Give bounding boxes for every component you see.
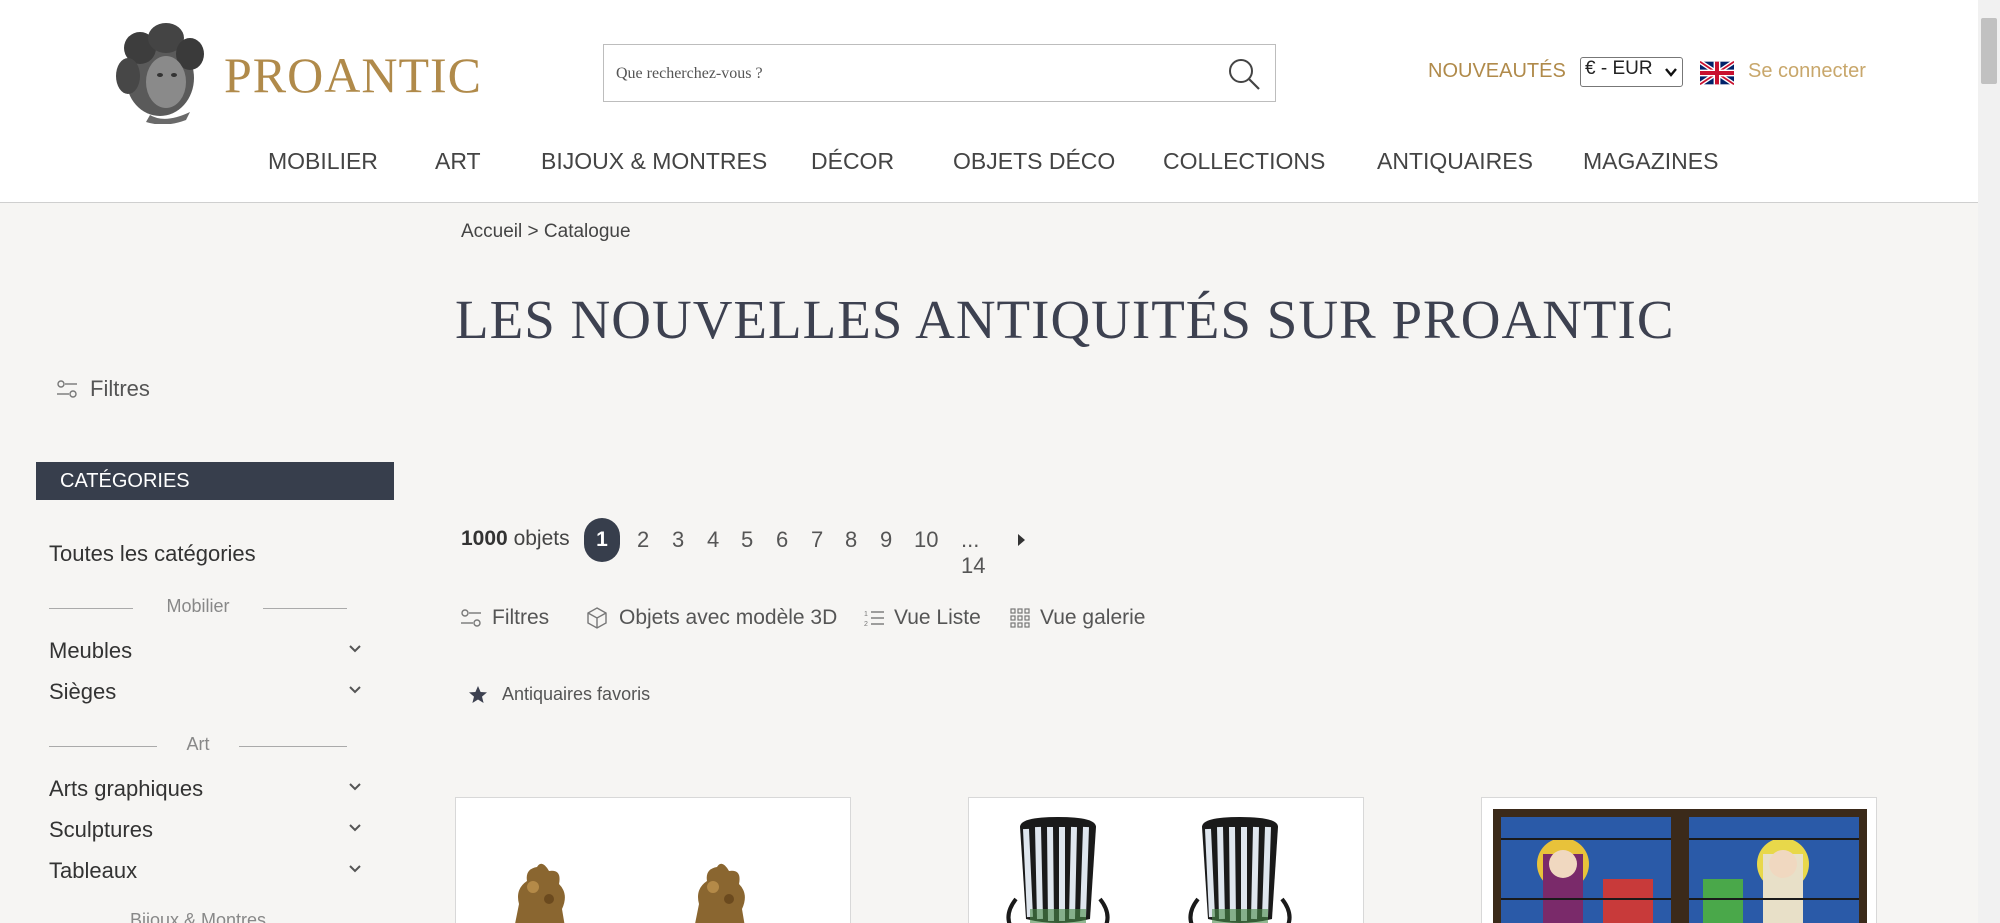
page-button[interactable]: 3 bbox=[672, 527, 684, 553]
search-input[interactable] bbox=[616, 59, 1216, 89]
search-icon[interactable] bbox=[1227, 57, 1261, 91]
nav-item-objets-deco[interactable]: OBJETS DÉCO bbox=[953, 148, 1115, 175]
sidebar-item-label: Meubles bbox=[49, 638, 133, 663]
list-view-icon: 1 2 bbox=[864, 611, 884, 628]
page-scrollbar[interactable] bbox=[1978, 0, 2000, 923]
sidebar-group-art: Art bbox=[49, 734, 347, 758]
page-button[interactable]: 2 bbox=[637, 527, 649, 553]
chevron-down-icon[interactable] bbox=[347, 821, 363, 835]
cube-3d-icon bbox=[587, 607, 607, 629]
product-image[interactable] bbox=[980, 809, 1354, 923]
next-page-icon[interactable] bbox=[1015, 532, 1027, 548]
sidebar-item-meubles[interactable]: Meubles bbox=[49, 638, 363, 664]
product-image[interactable] bbox=[1493, 809, 1867, 923]
nav-item-collections[interactable]: COLLECTIONS bbox=[1163, 148, 1325, 175]
nav-item-magazines[interactable]: MAGAZINES bbox=[1583, 148, 1718, 175]
nav-item-bijoux-montres[interactable]: BIJOUX & MONTRES bbox=[541, 148, 767, 175]
results-count-label: objets bbox=[513, 527, 570, 550]
page-button[interactable]: 9 bbox=[880, 527, 892, 553]
login-link[interactable]: Se connecter bbox=[1748, 60, 1866, 83]
gallery-view-button[interactable]: Vue galerie bbox=[1010, 604, 1145, 632]
nouveautes-link[interactable]: NOUVEAUTÉS bbox=[1428, 60, 1566, 83]
results-count-value: 1000 bbox=[461, 527, 508, 550]
sidebar-item-label: Arts graphiques bbox=[49, 776, 204, 801]
chevron-down-icon[interactable] bbox=[347, 642, 363, 656]
logo-bust-icon[interactable] bbox=[110, 20, 210, 124]
objects-3d-label: Objets avec modèle 3D bbox=[619, 606, 838, 629]
list-view-label: Vue Liste bbox=[894, 606, 981, 629]
objects-3d-button[interactable]: Objets avec modèle 3D bbox=[585, 604, 837, 632]
sidebar-item-all-categories[interactable]: Toutes les catégories bbox=[49, 541, 256, 567]
sidebar-item-arts-graphiques[interactable]: Arts graphiques bbox=[49, 776, 363, 802]
currency-value: € - EUR bbox=[1585, 58, 1653, 79]
currency-select[interactable]: € - EUR bbox=[1580, 57, 1683, 87]
favorite-dealers-button[interactable]: Antiquaires favoris bbox=[468, 684, 650, 705]
sidebar-filters-button[interactable]: Filtres bbox=[56, 376, 150, 402]
sidebar-item-sieges[interactable]: Sièges bbox=[49, 679, 363, 705]
page-button-last[interactable]: ... 14 bbox=[961, 527, 985, 579]
filters-button[interactable]: Filtres bbox=[460, 604, 549, 632]
page-button[interactable]: 8 bbox=[845, 527, 857, 553]
sidebar-item-label: Sièges bbox=[49, 679, 117, 704]
categories-header: CATÉGORIES bbox=[36, 462, 394, 500]
sidebar-item-tableaux[interactable]: Tableaux bbox=[49, 858, 363, 884]
chevron-down-icon[interactable] bbox=[347, 683, 363, 697]
nav-item-mobilier[interactable]: MOBILIER bbox=[268, 148, 378, 175]
page-button[interactable]: 7 bbox=[811, 527, 823, 553]
svg-text:2: 2 bbox=[864, 621, 868, 628]
site-header: PROANTIC NOUVEAUTÉS € - EUR Se connecter… bbox=[0, 0, 1978, 203]
sidebar-item-label: Sculptures bbox=[49, 817, 153, 842]
sidebar-group-title: Bijoux & Montres bbox=[129, 910, 267, 923]
sidebar-group-bijoux: Bijoux & Montres bbox=[49, 910, 347, 923]
sidebar-group-title: Mobilier bbox=[166, 596, 230, 616]
star-icon bbox=[469, 685, 487, 703]
sidebar-item-label: Tableaux bbox=[49, 858, 138, 883]
filters-button-label: Filtres bbox=[492, 606, 550, 629]
sidebar-group-mobilier: Mobilier bbox=[49, 596, 347, 620]
svg-text:1: 1 bbox=[864, 611, 868, 618]
product-image[interactable] bbox=[467, 809, 841, 923]
main-nav: MOBILIER ART BIJOUX & MONTRES DÉCOR OBJE… bbox=[0, 148, 1978, 178]
list-view-button[interactable]: 1 2 Vue Liste bbox=[864, 604, 981, 632]
nav-item-antiquaires[interactable]: ANTIQUAIRES bbox=[1377, 148, 1533, 175]
filter-icon bbox=[57, 380, 77, 398]
product-card[interactable] bbox=[968, 797, 1364, 923]
page-button[interactable]: 4 bbox=[707, 527, 719, 553]
chevron-down-icon bbox=[1665, 68, 1677, 77]
gallery-grid-icon bbox=[1010, 608, 1030, 628]
page-title: LES NOUVELLES ANTIQUITÉS SUR PROANTIC bbox=[455, 289, 1675, 350]
gallery-view-label: Vue galerie bbox=[1040, 606, 1146, 629]
uk-flag-icon[interactable] bbox=[1700, 61, 1734, 85]
nav-item-art[interactable]: ART bbox=[435, 148, 481, 175]
sidebar-filters-label: Filtres bbox=[90, 376, 150, 401]
filter-icon bbox=[461, 609, 481, 627]
logo-text[interactable]: PROANTIC bbox=[224, 46, 482, 104]
chevron-down-icon[interactable] bbox=[347, 780, 363, 794]
product-card[interactable] bbox=[455, 797, 851, 923]
sidebar-group-title: Art bbox=[186, 734, 210, 754]
search-box bbox=[603, 44, 1276, 102]
chevron-down-icon[interactable] bbox=[347, 862, 363, 876]
page-button[interactable]: 5 bbox=[741, 527, 753, 553]
product-card[interactable] bbox=[1481, 797, 1877, 923]
favorite-dealers-label: Antiquaires favoris bbox=[502, 684, 651, 704]
page-button[interactable]: 10 bbox=[914, 527, 938, 553]
page-button[interactable]: 6 bbox=[776, 527, 788, 553]
results-count: 1000 objets bbox=[461, 527, 570, 551]
scrollbar-thumb[interactable] bbox=[1981, 18, 1997, 84]
page-button-active[interactable]: 1 bbox=[584, 518, 620, 562]
breadcrumb[interactable]: Accueil > Catalogue bbox=[461, 221, 631, 243]
nav-item-decor[interactable]: DÉCOR bbox=[811, 148, 894, 175]
sidebar-item-sculptures[interactable]: Sculptures bbox=[49, 817, 363, 843]
